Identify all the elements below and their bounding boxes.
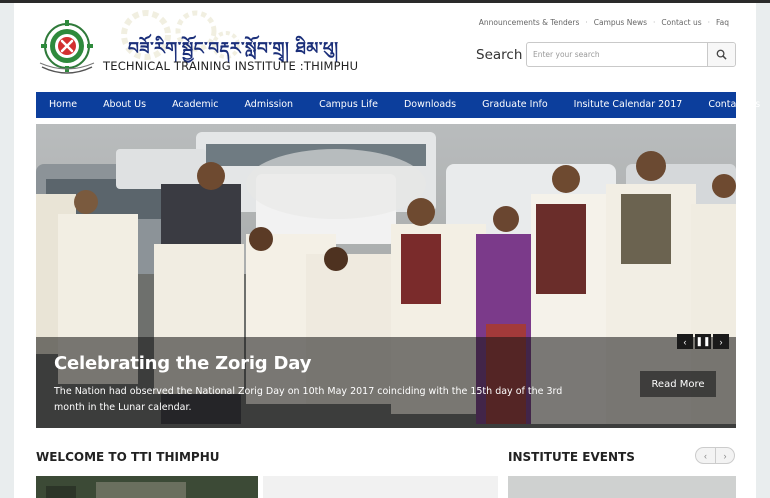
nav-contact-us[interactable]: Contact Us: [695, 92, 770, 118]
events-carousel-controls: ‹ ›: [695, 447, 735, 464]
slide-caption: Celebrating the Zorig Day The Nation had…: [36, 337, 736, 428]
nav-home[interactable]: Home: [36, 92, 90, 118]
welcome-text-card: [263, 476, 498, 498]
link-announcements-tenders[interactable]: Announcements & Tenders: [479, 18, 580, 27]
institute-title: TECHNICAL TRAINING INSTITUTE :THIMPHU: [103, 59, 359, 73]
link-campus-news[interactable]: Campus News: [594, 18, 647, 27]
welcome-photo: [36, 476, 258, 498]
nav-graduate-info[interactable]: Graduate Info: [469, 92, 561, 118]
chevron-right-icon[interactable]: ›: [713, 334, 729, 349]
pause-icon[interactable]: ❚❚: [695, 334, 711, 349]
separator-dot: ·: [707, 18, 711, 27]
welcome-heading: WELCOME TO TTI THIMPHU: [36, 450, 220, 464]
slide-title[interactable]: Celebrating the Zorig Day: [54, 353, 311, 374]
top-links: Announcements & Tenders · Campus News · …: [479, 18, 729, 27]
search-box: [526, 42, 736, 67]
read-more-button[interactable]: Read More: [640, 371, 716, 397]
nav-downloads[interactable]: Downloads: [391, 92, 469, 118]
chevron-right-icon[interactable]: ›: [715, 448, 734, 463]
chevron-left-icon[interactable]: ‹: [696, 448, 715, 463]
slide-description: The Nation had observed the National Zor…: [54, 386, 563, 413]
search-button[interactable]: [707, 43, 735, 66]
welcome-thumbnail[interactable]: [36, 476, 258, 498]
search-input[interactable]: [527, 43, 707, 66]
nav-about-us[interactable]: About Us: [90, 92, 159, 118]
nav-admission[interactable]: Admission: [231, 92, 306, 118]
hero-slider: Celebrating the Zorig Day The Nation had…: [36, 124, 736, 428]
nav-academic[interactable]: Academic: [159, 92, 231, 118]
event-card[interactable]: [508, 476, 736, 498]
page-container: བཟོ་རིག་སྦྱོང་བརྡར་སློབ་གྲྭ། ཐིམ་ཕུ། TEC…: [14, 3, 760, 498]
link-contact-us[interactable]: Contact us: [661, 18, 701, 27]
nav-campus-life[interactable]: Campus Life: [306, 92, 391, 118]
search-icon: [716, 49, 727, 60]
nav-institute-calendar[interactable]: Insitute Calendar 2017: [561, 92, 696, 118]
slider-controls: ‹ ❚❚ ›: [677, 334, 729, 349]
link-faq[interactable]: Faq: [716, 18, 729, 27]
main-nav: Home About Us Academic Admission Campus …: [36, 92, 760, 118]
institute-emblem-icon[interactable]: [36, 17, 98, 79]
events-heading: INSTITUTE EVENTS: [508, 450, 635, 464]
chevron-left-icon[interactable]: ‹: [677, 334, 693, 349]
separator-dot: ·: [653, 18, 656, 27]
separator-dot: ·: [585, 18, 588, 27]
search-label: Search: [476, 47, 523, 63]
